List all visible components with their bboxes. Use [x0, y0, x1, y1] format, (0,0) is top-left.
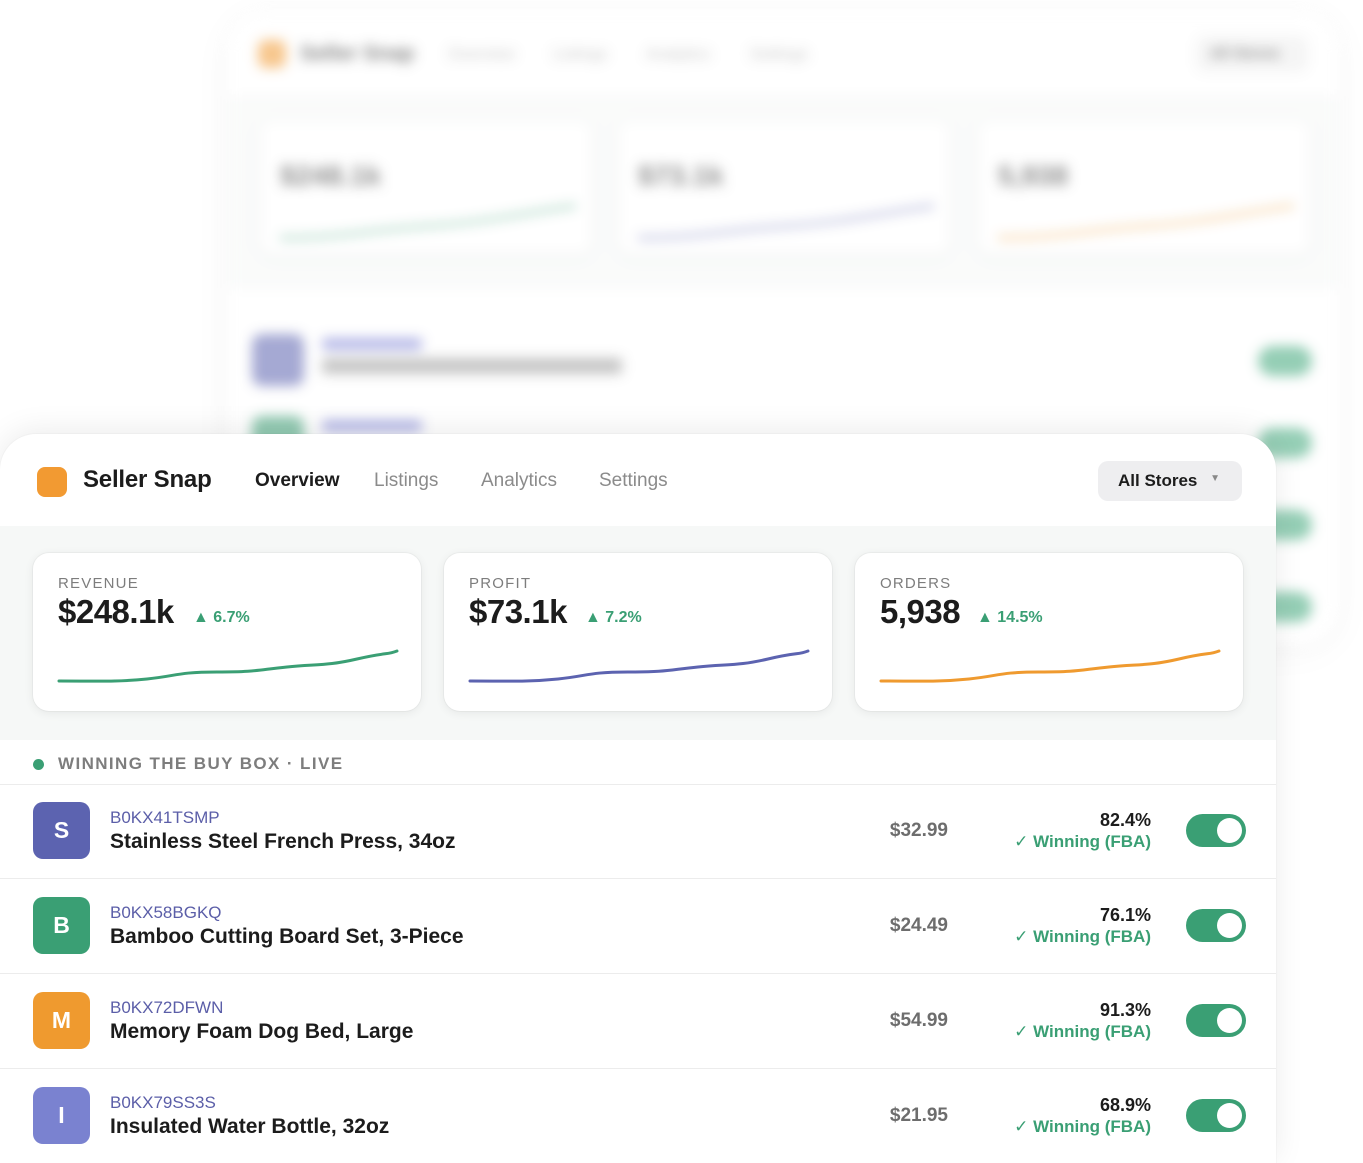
metric-delta: ▲ 14.5%: [977, 609, 1043, 626]
live-status-dot-icon: [33, 759, 44, 770]
metric-value: 5,938: [880, 593, 961, 630]
metric-value: $248.1k: [58, 593, 174, 630]
metric-delta: ▲ 6.7%: [193, 609, 250, 626]
chevron-down-icon: ▼: [1210, 473, 1220, 484]
background-metric-card: $248.1k: [260, 120, 592, 254]
background-sparkline: [280, 204, 577, 240]
product-name: Bamboo Cutting Board Set, 3-Piece: [110, 925, 464, 948]
buybox-percentage: 76.1%: [1099, 905, 1151, 925]
list-item[interactable]: M B0KX72DFWN Memory Foam Dog Bed, Large …: [0, 974, 1276, 1069]
product-avatar: S: [33, 802, 90, 859]
product-sku[interactable]: B0KX79SS3S: [110, 1093, 216, 1113]
repricing-toggle[interactable]: [1186, 814, 1246, 847]
metric-label: REVENUE: [58, 575, 139, 592]
buybox-status: ✓ Winning (FBA): [1014, 1022, 1151, 1041]
background-metric-value: $248.1k: [280, 160, 382, 191]
background-metric-value: 5,938: [998, 160, 1069, 191]
list-item[interactable]: I B0KX79SS3S Insulated Water Bottle, 32o…: [0, 1069, 1276, 1163]
toggle-knob: [1217, 1103, 1242, 1128]
background-logo-icon: [258, 40, 286, 68]
background-sku: [322, 420, 422, 432]
metric-card-revenue: REVENUE $248.1k ▲ 6.7%: [33, 553, 421, 711]
metric-label: PROFIT: [469, 575, 532, 592]
metric-card-profit: PROFIT $73.1k ▲ 7.2%: [444, 553, 832, 711]
metrics-section: REVENUE $248.1k ▲ 6.7% PROFIT $73.1k ▲ 7…: [0, 526, 1276, 740]
background-nav-overview: Overview: [448, 46, 515, 63]
background-toggle: [1258, 346, 1312, 376]
repricing-toggle[interactable]: [1186, 1099, 1246, 1132]
section-title: WINNING THE BUY BOX · LIVE: [58, 754, 344, 773]
background-avatar: [252, 334, 304, 386]
product-price: $32.99: [889, 820, 948, 841]
metric-label: ORDERS: [880, 575, 952, 592]
brand-name: Seller Snap: [83, 466, 212, 493]
background-brand: Seller Snap: [300, 42, 415, 65]
product-name: Stainless Steel French Press, 34oz: [110, 830, 456, 853]
tab-analytics[interactable]: Analytics: [481, 470, 557, 492]
product-price: $24.49: [889, 915, 948, 936]
buybox-status: ✓ Winning (FBA): [1014, 927, 1151, 946]
dashboard-window: Seller Snap Overview Listings Analytics …: [0, 434, 1276, 1163]
metric-value: $73.1k: [469, 593, 567, 630]
product-price: $54.99: [889, 1010, 948, 1031]
metric-card-orders: ORDERS 5,938 ▲ 14.5%: [855, 553, 1243, 711]
background-nav-analytics: Analytics: [646, 46, 711, 63]
brand-logo-icon: [37, 467, 67, 497]
buybox-percentage: 91.3%: [1099, 1000, 1151, 1020]
store-selector-value: All Stores: [1118, 471, 1198, 490]
background-list-item: [252, 334, 1312, 390]
buybox-percentage: 68.9%: [1099, 1095, 1151, 1115]
background-store-select: All Stores: [1196, 36, 1308, 72]
background-sku: [322, 338, 422, 350]
product-avatar: I: [33, 1087, 90, 1144]
top-navigation-bar: Seller Snap Overview Listings Analytics …: [0, 434, 1276, 527]
toggle-knob: [1217, 1008, 1242, 1033]
profit-sparkline: [468, 649, 810, 683]
product-avatar: M: [33, 992, 90, 1049]
list-item[interactable]: S B0KX41TSMP Stainless Steel French Pres…: [0, 784, 1276, 879]
background-sparkline: [638, 204, 935, 240]
buybox-percentage: 82.4%: [1099, 810, 1151, 830]
metric-delta: ▲ 7.2%: [585, 609, 642, 626]
toggle-knob: [1217, 818, 1242, 843]
background-metric-value: $73.1k: [638, 160, 724, 191]
background-product-name: [322, 358, 622, 374]
repricing-toggle[interactable]: [1186, 1004, 1246, 1037]
background-metric-card: $73.1k: [618, 120, 950, 254]
tab-listings[interactable]: Listings: [374, 470, 438, 492]
background-nav-settings: Settings: [750, 46, 808, 63]
tab-overview[interactable]: Overview: [255, 470, 340, 492]
product-sku[interactable]: B0KX41TSMP: [110, 808, 220, 828]
buybox-status: ✓ Winning (FBA): [1014, 832, 1151, 851]
product-sku[interactable]: B0KX58BGKQ: [110, 903, 222, 923]
orders-sparkline: [879, 649, 1221, 683]
revenue-sparkline: [57, 649, 399, 683]
product-sku[interactable]: B0KX72DFWN: [110, 998, 223, 1018]
repricing-toggle[interactable]: [1186, 909, 1246, 942]
list-item[interactable]: B B0KX58BGKQ Bamboo Cutting Board Set, 3…: [0, 879, 1276, 974]
buybox-status: ✓ Winning (FBA): [1014, 1117, 1151, 1136]
background-metric-card: 5,938: [978, 120, 1310, 254]
buybox-section-header: WINNING THE BUY BOX · LIVE: [0, 740, 1276, 785]
store-selector-dropdown[interactable]: All Stores ▼: [1098, 461, 1242, 501]
product-avatar: B: [33, 897, 90, 954]
background-nav-listings: Listings: [553, 46, 608, 63]
product-name: Insulated Water Bottle, 32oz: [110, 1115, 390, 1138]
tab-settings[interactable]: Settings: [599, 470, 668, 492]
background-sparkline: [998, 204, 1295, 240]
toggle-knob: [1217, 913, 1242, 938]
product-price: $21.95: [889, 1105, 948, 1126]
product-name: Memory Foam Dog Bed, Large: [110, 1020, 414, 1043]
